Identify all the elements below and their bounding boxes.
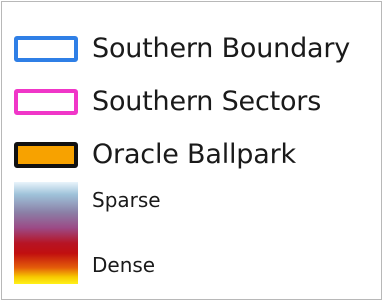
density-color-ramp xyxy=(14,182,78,284)
oracle-ballpark-swatch xyxy=(14,142,78,168)
legend-item-oracle-ballpark: Oracle Ballpark xyxy=(14,140,296,170)
southern-sectors-label: Southern Sectors xyxy=(92,86,322,117)
legend-item-southern-boundary: Southern Boundary xyxy=(14,34,350,64)
density-low-label: Sparse xyxy=(92,188,161,212)
map-legend: Southern Boundary Southern Sectors Oracl… xyxy=(1,1,382,300)
oracle-ballpark-label: Oracle Ballpark xyxy=(92,139,296,170)
southern-sectors-swatch xyxy=(14,89,78,115)
density-high-label: Dense xyxy=(92,253,156,277)
southern-boundary-label: Southern Boundary xyxy=(92,33,351,64)
legend-item-southern-sectors: Southern Sectors xyxy=(14,87,321,117)
southern-boundary-swatch xyxy=(14,36,78,62)
